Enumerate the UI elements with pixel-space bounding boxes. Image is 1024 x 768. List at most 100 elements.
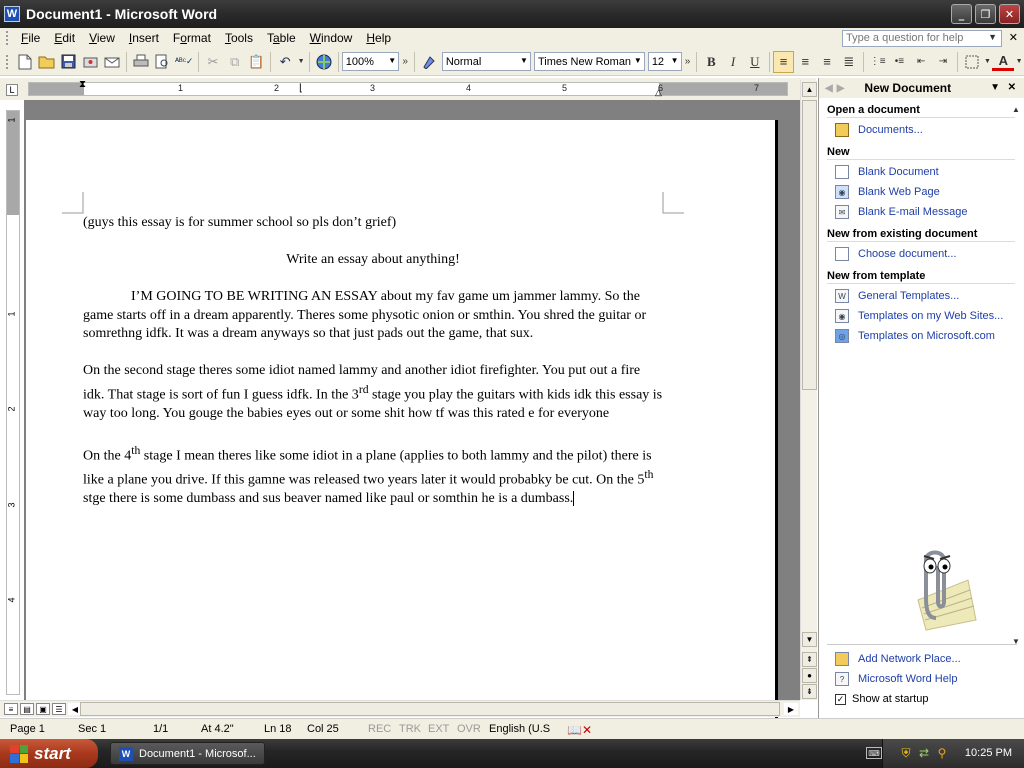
increase-indent-icon[interactable]: ⇥ <box>932 51 954 73</box>
menu-tools[interactable]: Tools <box>218 31 260 45</box>
outline-view-icon[interactable]: ☰ <box>52 703 66 715</box>
previous-page-icon[interactable]: ⇞ <box>802 652 817 667</box>
keyboard-language-icon[interactable]: ⌨ <box>866 747 882 759</box>
scroll-up-icon[interactable]: ▲ <box>1009 102 1023 116</box>
show-at-startup-checkbox[interactable]: ✓ Show at startup <box>835 689 1024 709</box>
open-documents-link[interactable]: Documents... <box>835 120 1024 140</box>
status-track-changes[interactable]: TRK <box>399 723 421 735</box>
open-folder-icon[interactable] <box>36 51 58 73</box>
web-templates-link[interactable]: ◉ Templates on my Web Sites... <box>835 306 1024 326</box>
borders-dropdown-icon[interactable]: ▼ <box>983 51 993 73</box>
office-assistant-clippy-icon[interactable] <box>898 540 978 632</box>
back-arrow-icon[interactable]: ◀ <box>825 83 833 94</box>
scroll-right-icon[interactable]: ▶ <box>784 703 798 715</box>
word-app-icon[interactable]: W <box>4 6 20 22</box>
taskbar-word-document[interactable]: W Document1 - Microsof... <box>110 742 265 765</box>
document-body[interactable]: (guys this essay is for summer school so… <box>83 214 663 527</box>
general-templates-link[interactable]: W General Templates... <box>835 286 1024 306</box>
forward-arrow-icon[interactable]: ▶ <box>837 83 845 94</box>
normal-view-icon[interactable]: ≡ <box>4 703 18 715</box>
scroll-thumb[interactable] <box>802 100 817 390</box>
permission-icon[interactable] <box>79 51 101 73</box>
blank-document-link[interactable]: Blank Document <box>835 162 1024 182</box>
font-select[interactable]: Times New Roman ▼ <box>533 52 645 71</box>
new-document-icon[interactable] <box>14 51 36 73</box>
toolbar-options-icon[interactable]: » <box>682 51 694 73</box>
menu-view[interactable]: View <box>82 31 122 45</box>
toolbar-options-icon[interactable]: » <box>399 51 411 73</box>
right-indent-icon[interactable]: △ <box>655 87 662 98</box>
decrease-indent-icon[interactable]: ⇤ <box>910 51 932 73</box>
align-center-icon[interactable]: ≡ <box>794 51 816 73</box>
italic-button[interactable]: I <box>722 51 744 73</box>
scroll-down-icon[interactable]: ▼ <box>802 632 817 647</box>
tab-stop-icon[interactable]: ⌊ <box>299 83 303 94</box>
vertical-ruler[interactable]: 1 1 2 3 4 <box>6 110 20 695</box>
document-page[interactable]: (guys this essay is for summer school so… <box>26 120 778 720</box>
align-right-icon[interactable]: ≡ <box>816 51 838 73</box>
zoom-select[interactable]: 100% ▼ <box>341 52 400 71</box>
menu-format[interactable]: Format <box>166 31 218 45</box>
print-layout-icon[interactable]: ▣ <box>36 703 50 715</box>
select-browse-object-icon[interactable]: ● <box>802 668 817 683</box>
style-select[interactable]: Normal ▼ <box>441 52 531 71</box>
font-color-icon[interactable]: A <box>992 53 1015 71</box>
chevron-down-icon[interactable]: ▼ <box>988 32 997 42</box>
menu-insert[interactable]: Insert <box>122 31 166 45</box>
task-pane-close-icon[interactable]: ✕ <box>1008 82 1016 93</box>
clock[interactable]: 10:25 PM <box>965 747 1012 759</box>
toolbar-grip[interactable] <box>6 54 10 69</box>
numbering-icon[interactable]: ⋮≡ <box>867 51 889 73</box>
blank-email-link[interactable]: ✉ Blank E-mail Message <box>835 202 1024 222</box>
menu-help[interactable]: Help <box>359 31 398 45</box>
next-page-icon[interactable]: ⇟ <box>802 684 817 699</box>
print-preview-icon[interactable] <box>152 51 174 73</box>
cut-icon[interactable]: ✂ <box>202 51 224 73</box>
copy-icon[interactable]: ⧉ <box>224 51 246 73</box>
status-overtype[interactable]: OVR <box>457 723 481 735</box>
menu-edit[interactable]: Edit <box>47 31 82 45</box>
restore-button[interactable]: ❐ <box>975 4 996 24</box>
security-shield-icon[interactable]: ⛨ <box>899 746 913 760</box>
choose-document-link[interactable]: Choose document... <box>835 244 1024 264</box>
chevron-down-icon[interactable]: ▼ <box>671 56 679 65</box>
undo-dropdown-icon[interactable]: ▼ <box>296 51 306 73</box>
status-extend[interactable]: EXT <box>428 723 449 735</box>
help-question-input[interactable]: Type a question for help ▼ <box>842 30 1002 47</box>
task-pane-scrollbar[interactable]: ▲ ▼ <box>1009 102 1023 707</box>
menu-window[interactable]: Window <box>303 31 360 45</box>
close-button[interactable]: ✕ <box>999 4 1020 24</box>
undo-icon[interactable]: ↶ <box>274 51 296 73</box>
word-help-link[interactable]: ? Microsoft Word Help <box>835 669 1024 689</box>
bullets-icon[interactable]: •≡ <box>889 51 911 73</box>
spelling-status-icon[interactable]: 📖✕ <box>567 723 592 737</box>
start-button[interactable]: start <box>0 739 98 768</box>
email-icon[interactable] <box>101 51 123 73</box>
borders-icon[interactable] <box>961 51 983 73</box>
menu-file[interactable]: File <box>14 31 47 45</box>
status-language[interactable]: English (U.S <box>489 723 550 735</box>
scroll-up-icon[interactable]: ▲ <box>802 82 817 97</box>
status-record-macro[interactable]: REC <box>368 723 391 735</box>
vertical-scrollbar[interactable]: ▲ ▼ ⇞ ● ⇟ <box>800 80 817 700</box>
font-size-select[interactable]: 12 ▼ <box>647 52 682 71</box>
menu-grip[interactable] <box>6 31 10 45</box>
justify-icon[interactable]: ≣ <box>838 51 860 73</box>
print-icon[interactable] <box>130 51 152 73</box>
chevron-down-icon[interactable]: ▼ <box>634 56 642 65</box>
horizontal-ruler[interactable]: 1 2 3 4 5 6 7 ⧗ ⌊ △ <box>28 79 788 98</box>
horizontal-scrollbar[interactable]: ≡ ▤ ▣ ☰ ◀ ▶ <box>0 700 800 717</box>
spelling-check-icon[interactable]: ᴬᴮᶜ✓ <box>173 51 195 73</box>
chevron-down-icon[interactable]: ▼ <box>388 56 396 65</box>
microsoft-templates-link[interactable]: ◎ Templates on Microsoft.com <box>835 326 1024 346</box>
close-document-icon[interactable]: ✕ <box>1009 31 1018 44</box>
web-layout-icon[interactable]: ▤ <box>20 703 34 715</box>
blank-web-page-link[interactable]: ◉ Blank Web Page <box>835 182 1024 202</box>
paste-icon[interactable]: 📋 <box>246 51 268 73</box>
chevron-down-icon[interactable]: ▼ <box>520 56 528 65</box>
horizontal-scroll-thumb[interactable] <box>80 702 780 716</box>
add-network-place-link[interactable]: Add Network Place... <box>835 649 1024 669</box>
bold-button[interactable]: B <box>700 51 722 73</box>
tab-selector[interactable]: L <box>6 84 18 96</box>
align-left-icon[interactable]: ≡ <box>772 50 795 73</box>
